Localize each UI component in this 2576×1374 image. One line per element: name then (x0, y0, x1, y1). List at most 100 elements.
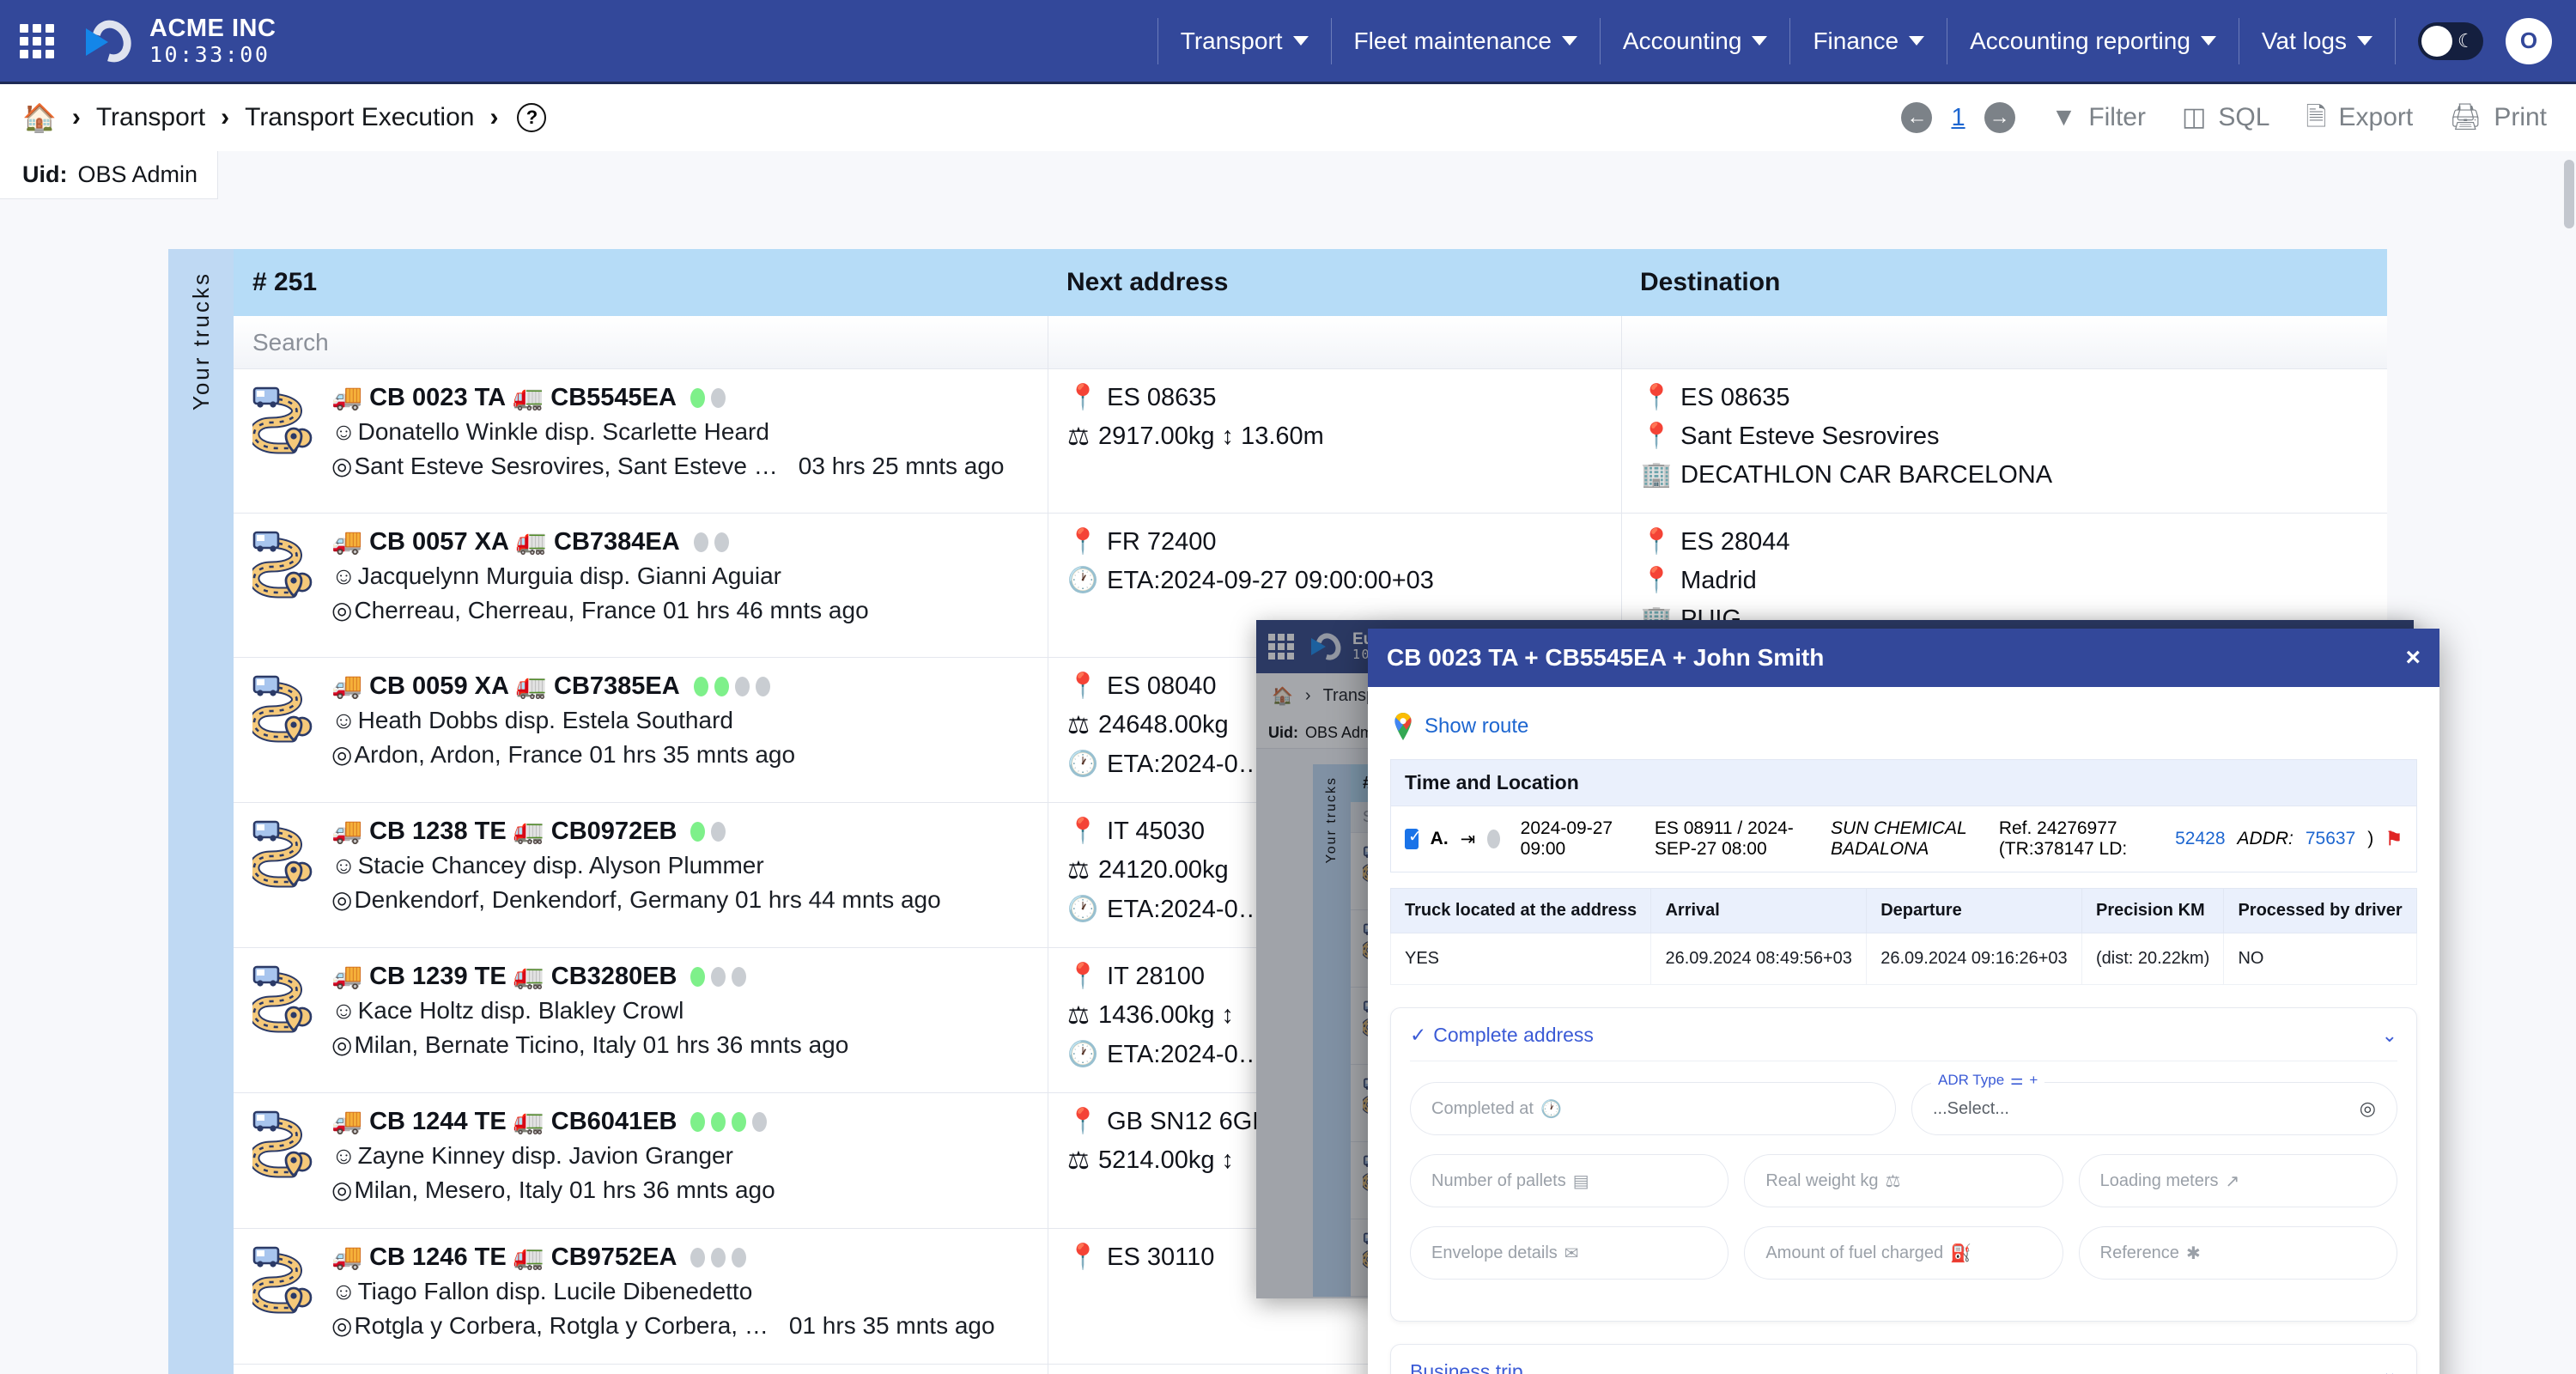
cell-truck-info[interactable]: 🚚 CB 1238 TE 🚛 CB0972EB ☺ Stacie Chancey disp… (234, 803, 1048, 947)
chevron-down-icon[interactable]: ⌄ (2382, 1361, 2397, 1374)
business-trip-title[interactable]: Business trip (1410, 1360, 1523, 1374)
search-cell-destination[interactable] (1621, 316, 2387, 368)
completed-at-field[interactable]: Completed at 🕐 (1410, 1082, 1896, 1135)
page-scrollbar[interactable] (2564, 160, 2574, 228)
filter-button[interactable]: ▼ Filter (2051, 103, 2146, 132)
google-maps-pin-icon (1394, 713, 1412, 740)
gps-target-icon: ◎ (331, 597, 353, 623)
search-input[interactable]: Search (252, 329, 329, 356)
nav-item-fleet-maintenance[interactable]: Fleet maintenance (1332, 17, 1601, 64)
dark-mode-toggle[interactable]: ☾ (2418, 21, 2483, 60)
print-button[interactable]: 🖨 Print (2449, 103, 2547, 132)
number-of-pallets-field[interactable]: Number of pallets ▤ (1410, 1154, 1729, 1207)
breadcrumb-item-transport-execution[interactable]: Transport Execution (245, 103, 474, 132)
breadcrumb-item-transport[interactable]: Transport (96, 103, 205, 132)
cell-destination[interactable]: 📍 ES 08635 📍 Sant Esteve Sesrovires 🏢 DECATHL… (1621, 369, 2387, 513)
cell-truck-info[interactable]: 🚚 CB 1246 TE 🚛 CB9752EA ☺ Tiago Fallon disp. … (234, 1229, 1048, 1364)
cell-truck-info[interactable]: 🚚 CB 0059 XA 🚛 CB7385EA ☺ Heath Dobbs disp. E… (234, 658, 1048, 802)
column-header-destination[interactable]: Destination (1621, 249, 2387, 316)
truck-plate: CB 0057 XA (369, 527, 509, 556)
nav-item-transport[interactable]: Transport (1157, 17, 1332, 64)
show-route-link[interactable]: Show route (1392, 713, 2417, 740)
search-cell-next-address[interactable] (1048, 316, 1621, 368)
clock-icon: 🕐 (1067, 896, 1099, 923)
trailer-plate: CB5545EA (550, 383, 677, 411)
close-icon[interactable]: × (2405, 643, 2421, 672)
nav-item-accounting-reporting[interactable]: Accounting reporting (1947, 17, 2239, 64)
destination-line: 📍 ES 28044 (1641, 527, 2368, 556)
brand-logo-icon[interactable] (84, 13, 139, 69)
status-dots (690, 966, 747, 987)
help-icon[interactable]: ? (517, 103, 547, 132)
loading-meters-placeholder: Loading meters ↗ (2100, 1170, 2240, 1192)
page-number[interactable]: 1 (1951, 104, 1965, 132)
complete-address-label: Complete address (1433, 1024, 1594, 1046)
chevron-down-icon[interactable]: ⌄ (2382, 1024, 2397, 1047)
envelope-details-field[interactable]: Envelope details ✉ (1410, 1226, 1729, 1280)
next-address-text: ETA:2024-09-27 09:00:00+03 (1107, 566, 1434, 594)
person-icon: ☺ (331, 852, 356, 879)
weight-icon: ⚖ (1067, 712, 1090, 739)
location-pin-icon: 📍 (1067, 1243, 1099, 1271)
adr-type-select[interactable]: ADR Type ⚌ + ...Select... ◎ (1911, 1072, 2397, 1135)
truck-route-icon (252, 820, 313, 888)
detail-header-departure: Departure (1866, 888, 2082, 933)
column-header-next-address[interactable]: Next address (1048, 249, 1621, 316)
target-eye-icon[interactable]: ◎ (2360, 1097, 2376, 1120)
loading-meters-field[interactable]: Loading meters ↗ (2078, 1154, 2397, 1207)
apps-grid-icon[interactable] (1268, 634, 1294, 660)
cell-next-address[interactable]: 📍 ES 08635 ⚖ 2917.00kg ↕ 13.60m (1048, 369, 1621, 513)
next-address-text: ETA:2024-0… (1107, 895, 1263, 923)
chevron-down-icon (1752, 36, 1768, 46)
show-route-label: Show route (1425, 714, 1529, 738)
nav-item-vat-logs[interactable]: Vat logs (2239, 17, 2396, 64)
truck-plate: CB 1246 TE (369, 1243, 507, 1271)
search-cell-id[interactable]: Search (234, 316, 1048, 368)
real-weight-field[interactable]: Real weight kg ⚖ (1744, 1154, 2063, 1207)
detail-header-truck-located: Truck located at the address (1389, 888, 1652, 933)
destination-line: 📍 ES 08635 (1641, 383, 2368, 412)
your-trucks-rail[interactable]: Your trucks (168, 249, 234, 1374)
status-dot (690, 1247, 706, 1268)
fuel-pump-icon: ⛽ (1950, 1243, 1972, 1263)
funnel-filter-icon: ▼ (2050, 103, 2077, 131)
export-button[interactable]: 🗎 Export (2306, 103, 2413, 132)
cell-truck-info[interactable]: 🚚 CB 1244 TE 🚛 CB6041EB ☺ Zayne Kinney disp. … (234, 1093, 1048, 1228)
bg-your-trucks-rail[interactable]: Your trucks (1313, 764, 1351, 1297)
add-plus-icon[interactable]: + (2029, 1072, 2038, 1089)
avatar[interactable]: O (2506, 17, 2552, 64)
next-address-text: 24120.00kg (1098, 856, 1229, 884)
reference-field[interactable]: Reference ✱ (2078, 1226, 2397, 1280)
truck-front-icon: 🚚 (331, 818, 363, 845)
cell-truck-info[interactable]: 🚚 CB 0057 XA 🚛 CB7384EA ☺ Jacquelynn Murguia … (234, 514, 1048, 657)
driver-line: ☺ Heath Dobbs disp. Estela Southard (331, 707, 795, 734)
home-icon[interactable]: 🏠 (1272, 685, 1293, 707)
driver-text: Tiago Fallon disp. Lucile Dibenedetto (357, 1278, 753, 1304)
stop-ld-number[interactable]: 52428 (2175, 829, 2225, 849)
stop-checkbox[interactable] (1405, 827, 1422, 849)
table-row[interactable]: 🚚 CB 0023 TA 🚛 CB5545EA ☺ Donatello Winkle di… (234, 369, 2387, 514)
location-pin-icon: 📍 (1067, 818, 1099, 845)
home-icon[interactable]: 🏠 (22, 101, 57, 134)
page-toolbar: ← 1 → ▼ Filter ◫ SQL 🗎 Export 🖨 Print (1901, 102, 2547, 133)
location-ago: 01 hrs 35 mnts ago (788, 1311, 995, 1339)
arrow-right-circle-icon[interactable]: → (1984, 102, 2015, 133)
nav-item-accounting[interactable]: Accounting (1601, 17, 1791, 64)
complete-address-title[interactable]: ✓ Complete address (1410, 1024, 1594, 1047)
cell-truck-info[interactable]: 🚚 CB 0023 TA 🚛 CB5545EA ☺ Donatello Winkle di… (234, 369, 1048, 513)
apps-grid-icon[interactable] (17, 21, 57, 61)
nav-item-finance[interactable]: Finance (1790, 17, 1948, 64)
stop-addr-number[interactable]: 75637 (2306, 829, 2355, 849)
column-header-id[interactable]: # 251 (234, 249, 1048, 316)
arrow-left-circle-icon[interactable]: ← (1901, 102, 1933, 133)
person-icon: ☺ (331, 1142, 356, 1169)
next-address-text: ES 08040 (1107, 672, 1217, 700)
cell-truck-info[interactable]: 🚚 CB 1239 TE 🚛 CB3280EB ☺ Kace Holtz disp. Bl… (234, 948, 1048, 1092)
cell-truck-info[interactable]: 🚚CB 1249 TE🚛CB3488EB☺Glenda Habib disp. … (234, 1365, 1048, 1374)
truck-identity-line: 🚚 CB 0023 TA 🚛 CB5545EA (331, 383, 1004, 412)
truck-route-icon (252, 1246, 313, 1314)
sql-button[interactable]: ◫ SQL (2182, 103, 2269, 132)
main-menu: Transport Fleet maintenance Accounting F… (1157, 15, 2396, 67)
amount-of-fuel-charged-field[interactable]: Amount of fuel charged ⛽ (1744, 1226, 2063, 1280)
gps-target-icon: ◎ (331, 1312, 353, 1339)
